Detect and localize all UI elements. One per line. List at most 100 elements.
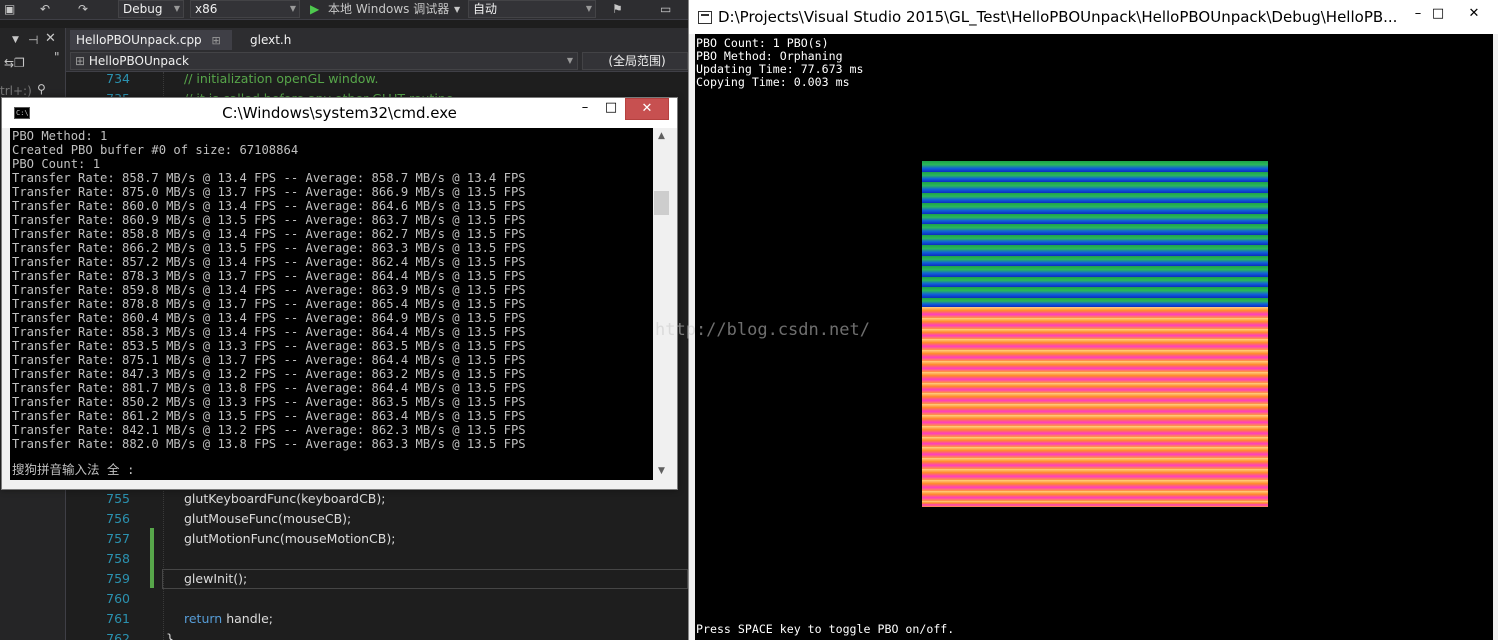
save-icon[interactable]: ▣ [4, 1, 15, 18]
texture-stripe-orange-pink [922, 479, 1268, 491]
texture-stripe-orange-pink [922, 350, 1268, 361]
run-mode-select[interactable]: 自动 ▼ [468, 0, 596, 18]
console-line: Created PBO buffer #0 of size: 67108864 [12, 143, 299, 157]
config-select[interactable]: Debug ▼ [118, 0, 184, 18]
scroll-up-icon[interactable]: ▲ [653, 128, 670, 145]
texture-stripe-green-blue [922, 245, 1268, 256]
maximize-button[interactable]: □ [596, 98, 626, 120]
texture-stripe-orange-pink [922, 339, 1268, 351]
code-text: glewInit(); [184, 571, 248, 586]
line-number: 761 [106, 611, 130, 626]
texture-stripe-orange-pink [922, 425, 1268, 437]
chevron-down-icon: ▼ [173, 4, 180, 13]
texture-stripe-orange-pink [922, 469, 1268, 480]
texture-stripe-green-blue [922, 213, 1268, 224]
console-line: Transfer Rate: 878.3 MB/s @ 13.7 FPS -- … [12, 269, 526, 283]
code-text: glutKeyboardFunc(keyboardCB); [184, 491, 386, 506]
sync-icon[interactable]: ⇆ [4, 56, 14, 70]
copy-icon[interactable]: ❐ [14, 56, 25, 70]
texture-stripe-orange-pink [922, 501, 1268, 507]
code-text: glutMotionFunc(mouseMotionCB); [184, 531, 396, 546]
scope-select[interactable]: (全局范围) [582, 52, 688, 70]
texture-stripe-green-blue [922, 234, 1268, 245]
close-button[interactable]: ✕ [1459, 4, 1489, 26]
more-icon[interactable]: " [54, 50, 60, 64]
texture-stripe-green-blue [922, 224, 1268, 235]
run-debugger-button[interactable]: 本地 Windows 调试器 [328, 1, 449, 18]
scroll-down-icon[interactable]: ▼ [653, 463, 670, 480]
vertical-scrollbar[interactable]: ▲ ▼ [653, 128, 670, 480]
line-number: 756 [106, 511, 130, 526]
scroll-thumb[interactable] [654, 191, 669, 215]
gl-title-bar[interactable]: D:\Projects\Visual Studio 2015\GL_Test\H… [689, 0, 1498, 34]
search-hint: trl+:) [0, 84, 32, 98]
platform-select-value: x86 [195, 2, 218, 16]
console-line: Transfer Rate: 882.0 MB/s @ 13.8 FPS -- … [12, 437, 526, 451]
texture-stripe-orange-pink [922, 404, 1268, 415]
code-line[interactable]: 757 glutMotionFunc(mouseMotionCB); [66, 529, 688, 549]
play-icon[interactable]: ▶ [310, 1, 319, 18]
console-line: Transfer Rate: 847.3 MB/s @ 13.2 FPS -- … [12, 367, 526, 381]
code-line[interactable]: 758 [66, 549, 688, 569]
chevron-down-icon[interactable]: ▼ [12, 33, 19, 47]
pin-icon[interactable]: ⊞ [212, 34, 221, 47]
footer-hint-text: Press SPACE key to toggle PBO on/off. [696, 622, 955, 636]
code-line[interactable]: 759 glewInit(); [66, 569, 688, 589]
console-line: PBO Method: 1 [12, 129, 108, 143]
close-button[interactable]: ✕ [625, 98, 669, 120]
code-line[interactable]: 760 [66, 589, 688, 609]
redo-icon[interactable]: ↷ [78, 1, 88, 18]
pin-icon[interactable]: ⊣ [28, 33, 38, 47]
window-icon[interactable]: ▭ [660, 1, 671, 18]
chevron-down-icon: ▼ [289, 4, 296, 13]
maximize-button[interactable]: □ [1423, 4, 1453, 26]
code-line[interactable]: 756 glutMouseFunc(mouseCB); [66, 509, 688, 529]
code-text: // initialization openGL window. [184, 71, 379, 86]
console-line: Transfer Rate: 858.8 MB/s @ 13.4 FPS -- … [12, 227, 526, 241]
line-number: 757 [106, 531, 130, 546]
texture-stripe-orange-pink [922, 328, 1268, 340]
code-text: return handle; [184, 609, 273, 629]
pbo-texture-quad [922, 161, 1268, 507]
platform-select[interactable]: x86 ▼ [190, 0, 300, 18]
texture-stripe-orange-pink [922, 436, 1268, 448]
code-line[interactable]: 762 } [66, 629, 688, 640]
project-select[interactable]: ⊞ HelloPBOUnpack ▼ [70, 52, 578, 70]
texture-stripe-green-blue [922, 203, 1268, 214]
console-app-icon [698, 11, 712, 24]
tab-label: HelloPBOUnpack.cpp [76, 33, 202, 47]
console-line: Transfer Rate: 860.9 MB/s @ 13.5 FPS -- … [12, 213, 526, 227]
console-line: PBO Count: 1 [12, 157, 101, 171]
cmd-window[interactable]: C:\ C:\Windows\system32\cmd.exe – □ ✕ PB… [1, 97, 678, 490]
keyword-return: return [184, 611, 223, 626]
console-lines: PBO Method: 1 Created PBO buffer #0 of si… [12, 129, 652, 451]
chevron-down-icon[interactable]: ▼ [454, 1, 460, 18]
console-line: Transfer Rate: 858.7 MB/s @ 13.4 FPS -- … [12, 171, 526, 185]
console-output[interactable]: PBO Method: 1 Created PBO buffer #0 of si… [10, 128, 653, 480]
code-text: } [166, 631, 174, 640]
run-mode-select-value: 自动 [473, 2, 498, 16]
tab-glext-h[interactable]: glext.h [244, 30, 324, 50]
tab-hellopbounpack-cpp[interactable]: HelloPBOUnpack.cpp ⊞ ✕ [70, 30, 232, 68]
line-number: 755 [106, 491, 130, 506]
code-line[interactable]: 734 // initialization openGL window. [66, 69, 688, 89]
search-icon[interactable]: ⚲ [37, 82, 46, 96]
texture-stripe-orange-pink [922, 371, 1268, 383]
gl-window-title: D:\Projects\Visual Studio 2015\GL_Test\H… [718, 8, 1398, 26]
texture-stripe-orange-pink [922, 393, 1268, 405]
texture-stripe-green-blue [922, 171, 1268, 182]
texture-stripe-orange-pink [922, 317, 1268, 329]
texture-stripe-orange-pink [922, 490, 1268, 502]
editor-tab-strip: HelloPBOUnpack.cpp ⊞ ✕ glext.h [66, 28, 688, 68]
close-icon[interactable]: ✕ [45, 32, 56, 46]
code-line[interactable]: 761 return handle; [66, 609, 688, 629]
cmd-title-bar[interactable]: C:\ C:\Windows\system32\cmd.exe – □ ✕ [2, 98, 677, 128]
texture-stripe-orange-pink [922, 447, 1268, 459]
code-line[interactable]: 755 glutKeyboardFunc(keyboardCB); [66, 489, 688, 509]
console-line: Transfer Rate: 861.2 MB/s @ 13.5 FPS -- … [12, 409, 526, 423]
undo-icon[interactable]: ↶ [40, 1, 50, 18]
attach-icon[interactable]: ⚑ [612, 1, 623, 18]
texture-stripe-green-blue [922, 192, 1268, 203]
console-line: Transfer Rate: 875.0 MB/s @ 13.7 FPS -- … [12, 185, 526, 199]
line-number: 759 [106, 571, 130, 586]
